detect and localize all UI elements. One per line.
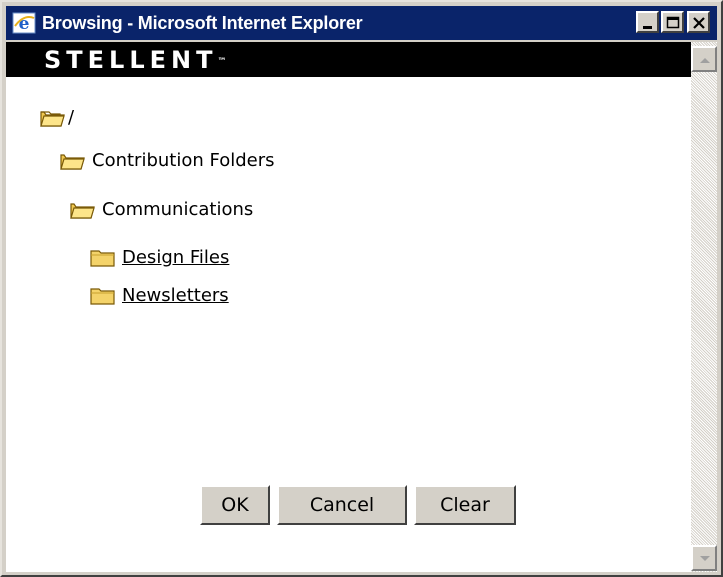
clear-button[interactable]: Clear <box>414 485 516 525</box>
folder-icon <box>90 287 115 305</box>
vertical-scrollbar[interactable] <box>691 42 717 572</box>
scroll-down-button[interactable] <box>691 545 717 571</box>
close-icon <box>693 17 705 29</box>
minimize-button[interactable] <box>636 11 659 33</box>
browser-window: e Browsing - Microsoft Internet Explorer… <box>0 0 723 577</box>
arrow-down-icon <box>700 556 710 561</box>
tree-item-communications[interactable]: Communications <box>70 199 253 220</box>
design-files-link[interactable]: Design Files <box>122 247 229 268</box>
scroll-up-button[interactable] <box>691 46 717 72</box>
arrow-up-icon <box>700 58 710 63</box>
title-bar[interactable]: e Browsing - Microsoft Internet Explorer <box>6 6 717 40</box>
minimize-icon <box>643 26 652 29</box>
newsletters-link[interactable]: Newsletters <box>122 285 229 306</box>
maximize-button[interactable] <box>661 11 684 33</box>
tree-item-newsletters[interactable]: Newsletters <box>90 285 229 306</box>
folder-icon <box>90 249 115 267</box>
open-folder-icon <box>70 202 95 219</box>
stellent-logo: STELLENT™ <box>44 46 227 74</box>
tree-root[interactable]: / <box>40 107 74 128</box>
open-folder-icon <box>60 153 85 170</box>
tree-item-design-files[interactable]: Design Files <box>90 247 229 268</box>
open-folder-icon <box>40 110 65 127</box>
tree-root-label: / <box>68 107 75 128</box>
cancel-button[interactable]: Cancel <box>277 485 407 525</box>
close-button[interactable] <box>687 11 710 33</box>
ok-button[interactable]: OK <box>200 485 270 525</box>
tree-item-label: Communications <box>102 199 254 220</box>
ie-icon: e <box>12 12 36 34</box>
maximize-icon <box>666 16 680 29</box>
window-title: Browsing - Microsoft Internet Explorer <box>42 13 363 33</box>
tree-item-contribution-folders[interactable]: Contribution Folders <box>60 150 275 171</box>
tree-item-label: Contribution Folders <box>92 150 275 171</box>
brand-header: STELLENT™ <box>6 42 691 77</box>
